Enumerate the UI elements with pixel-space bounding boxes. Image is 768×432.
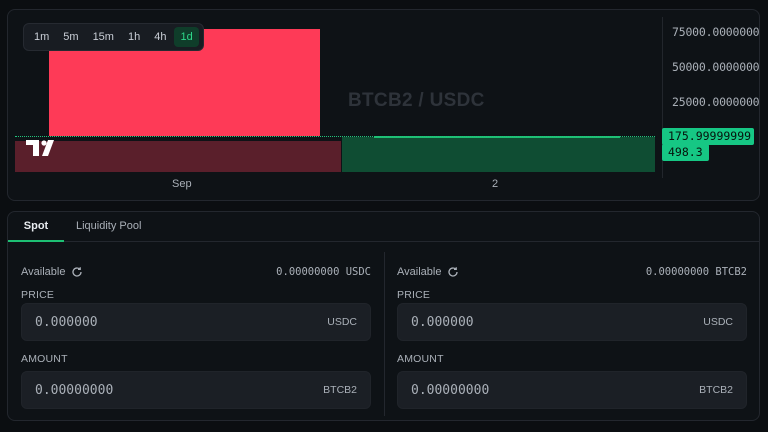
available-balance-row: Available 0.00000000 BTCB2 <box>397 266 747 280</box>
timeframe-1d[interactable]: 1d <box>174 27 199 47</box>
volume-bar-red <box>15 141 341 172</box>
amount-field: BTCB2 <box>21 371 371 409</box>
timeframe-1h[interactable]: 1h <box>122 27 146 47</box>
amount-input[interactable] <box>411 372 651 408</box>
chart-panel: BTCB2 / USDC 75000.00000000 50000.000000… <box>7 9 760 201</box>
available-label: Available <box>397 266 442 278</box>
tradingview-logo-icon <box>26 140 60 161</box>
volume-bar-green <box>342 137 655 172</box>
amount-unit: BTCB2 <box>323 384 357 396</box>
amount-unit: BTCB2 <box>699 384 733 396</box>
last-price-tag: 175.99999999 <box>662 128 754 145</box>
column-divider <box>384 252 385 416</box>
price-field: USDC <box>21 303 371 341</box>
available-balance: 0.00000000 BTCB2 <box>645 266 747 278</box>
price-input[interactable] <box>411 304 651 340</box>
price-field: USDC <box>397 303 747 341</box>
volume-tag: 498.3 <box>662 144 709 161</box>
price-axis-tick: 75000.00000000 <box>672 25 760 39</box>
available-balance-row: Available 0.00000000 USDC <box>21 266 371 280</box>
time-axis-tick: 2 <box>492 178 499 190</box>
refresh-icon[interactable] <box>71 266 83 278</box>
time-axis-tick: Sep <box>172 178 192 190</box>
tab-liquidity-pool[interactable]: Liquidity Pool <box>76 212 141 242</box>
timeframe-selector: 1m 5m 15m 1h 4h 1d <box>23 23 204 51</box>
price-input[interactable] <box>35 304 275 340</box>
price-unit: USDC <box>703 316 733 328</box>
price-axis-tick: 50000.00000000 <box>672 60 760 74</box>
price-unit: USDC <box>327 316 357 328</box>
timeframe-1m[interactable]: 1m <box>28 27 55 47</box>
trade-tabs: Spot Liquidity Pool <box>8 212 759 242</box>
timeframe-4h[interactable]: 4h <box>148 27 172 47</box>
last-price-line <box>15 136 655 137</box>
pair-watermark: BTCB2 / USDC <box>348 90 485 111</box>
amount-label: AMOUNT <box>397 353 444 365</box>
price-label: PRICE <box>397 289 431 301</box>
available-label: Available <box>21 266 66 278</box>
price-axis-tick: 25000.00000000 <box>672 95 760 109</box>
tab-spot[interactable]: Spot <box>8 212 64 242</box>
price-label: PRICE <box>21 289 55 301</box>
amount-field: BTCB2 <box>397 371 747 409</box>
timeframe-5m[interactable]: 5m <box>57 27 84 47</box>
refresh-icon[interactable] <box>447 266 459 278</box>
available-balance: 0.00000000 USDC <box>276 266 371 278</box>
amount-input[interactable] <box>35 372 275 408</box>
trade-panel: Spot Liquidity Pool Available 0.00000000… <box>7 211 760 421</box>
timeframe-15m[interactable]: 15m <box>87 27 120 47</box>
amount-label: AMOUNT <box>21 353 68 365</box>
